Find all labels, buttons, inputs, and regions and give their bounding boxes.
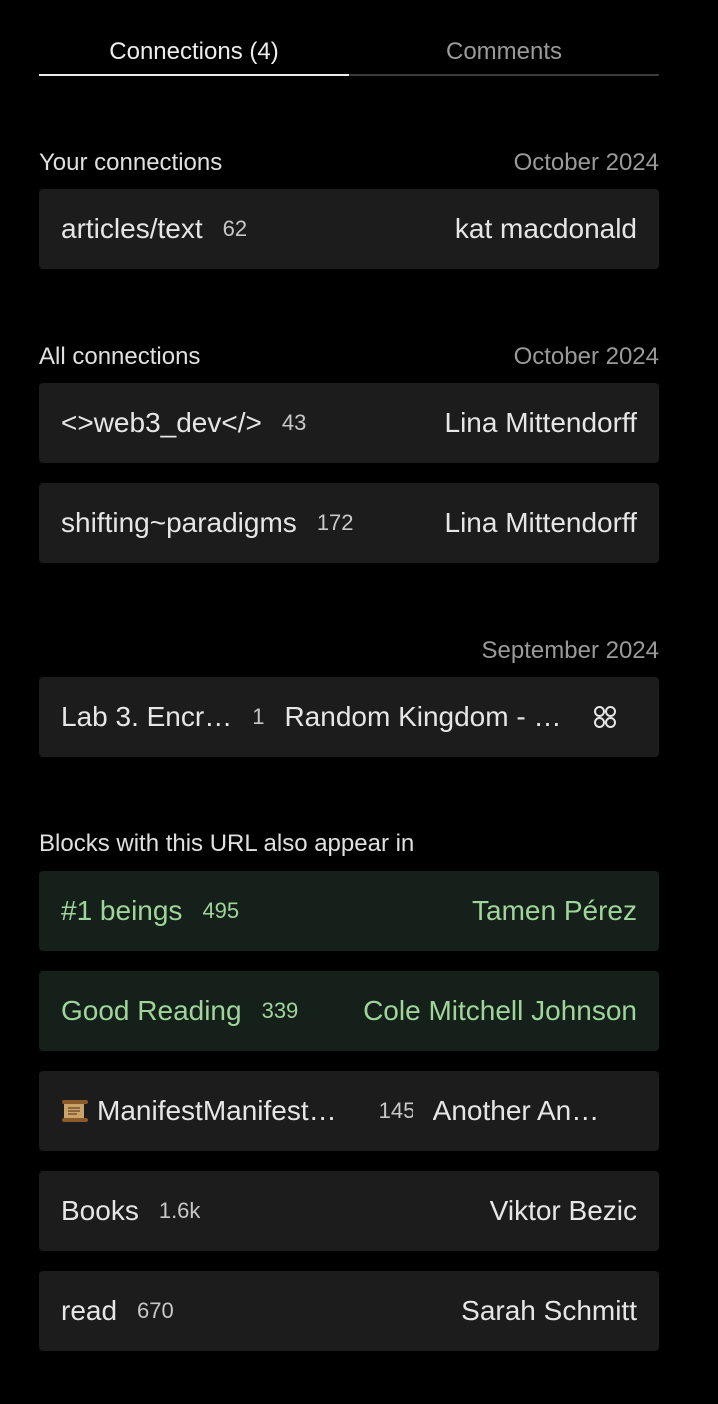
- channel-row[interactable]: shifting~paradigms 172 Lina Mittendorff: [39, 483, 659, 563]
- september-header: September 2024: [39, 636, 659, 666]
- channel-title: ManifestManifest…: [97, 1095, 337, 1126]
- channel-block-count: 495: [202, 898, 240, 923]
- channel-row[interactable]: Good Reading 339 Cole Mitchell Johnson: [39, 971, 659, 1051]
- section-title: Your connections: [39, 149, 223, 176]
- section-date: October 2024: [513, 149, 659, 176]
- channel-owner: Another An…: [432, 1095, 600, 1126]
- tab-connections[interactable]: Connections (4): [39, 30, 349, 76]
- channel-block-count: 43: [281, 410, 307, 435]
- tab-comments[interactable]: Comments: [349, 30, 659, 76]
- channel-row[interactable]: articles/text 62 kat macdonald: [39, 189, 659, 269]
- channel-block-count: 172: [316, 510, 354, 535]
- group-icon: [594, 706, 617, 728]
- channel-block-count: 1: [252, 704, 265, 729]
- section-title: Blocks with this URL also appear in: [39, 830, 415, 857]
- channel-title: Good Reading: [61, 995, 242, 1026]
- channel-block-count: 1.6k: [158, 1198, 201, 1223]
- tab-bar: Connections (4) Comments: [39, 30, 659, 76]
- channel-row[interactable]: read 670 Sarah Schmitt: [39, 1271, 659, 1351]
- channel-owner: Lina Mittendorff: [444, 407, 638, 438]
- channel-title: Books: [61, 1195, 139, 1226]
- scroll-icon: [62, 1100, 88, 1122]
- channel-row[interactable]: ManifestManifest… 145 Another An…: [39, 1071, 659, 1151]
- channel-block-count: 62: [222, 216, 248, 241]
- channel-row[interactable]: Books 1.6k Viktor Bezic: [39, 1171, 659, 1251]
- channel-row[interactable]: <>web3_dev</> 43 Lina Mittendorff: [39, 383, 659, 463]
- section-date: October 2024: [513, 343, 659, 370]
- channel-owner: Lina Mittendorff: [444, 507, 638, 538]
- all-connections-header: All connections October 2024: [39, 342, 659, 372]
- channel-title: articles/text: [61, 213, 203, 244]
- channel-block-count: 339: [261, 998, 299, 1023]
- channel-block-count: 145: [378, 1098, 413, 1123]
- channel-owner: Sarah Schmitt: [461, 1295, 637, 1326]
- channel-title: shifting~paradigms: [61, 507, 297, 538]
- channel-title: Lab 3. Encr…: [61, 701, 233, 732]
- channel-owner: kat macdonald: [454, 213, 637, 244]
- channel-owner: Tamen Pérez: [472, 895, 637, 926]
- channel-row[interactable]: Lab 3. Encr… 1 Random Kingdom - …: [39, 677, 659, 757]
- channel-row[interactable]: #1 beings 495 Tamen Pérez: [39, 871, 659, 951]
- your-connections-header: Your connections October 2024: [39, 148, 659, 178]
- channel-title: <>web3_dev</>: [61, 407, 262, 438]
- section-date: September 2024: [481, 637, 659, 664]
- channel-owner: Cole Mitchell Johnson: [363, 995, 637, 1026]
- channel-title: read: [61, 1295, 118, 1326]
- channel-block-count: 670: [137, 1298, 174, 1323]
- channel-owner: Random Kingdom - …: [284, 701, 562, 732]
- url-blocks-header: Blocks with this URL also appear in: [39, 829, 659, 859]
- channel-owner: Viktor Bezic: [489, 1195, 637, 1226]
- section-title: All connections: [39, 343, 201, 370]
- channel-title: #1 beings: [61, 895, 183, 926]
